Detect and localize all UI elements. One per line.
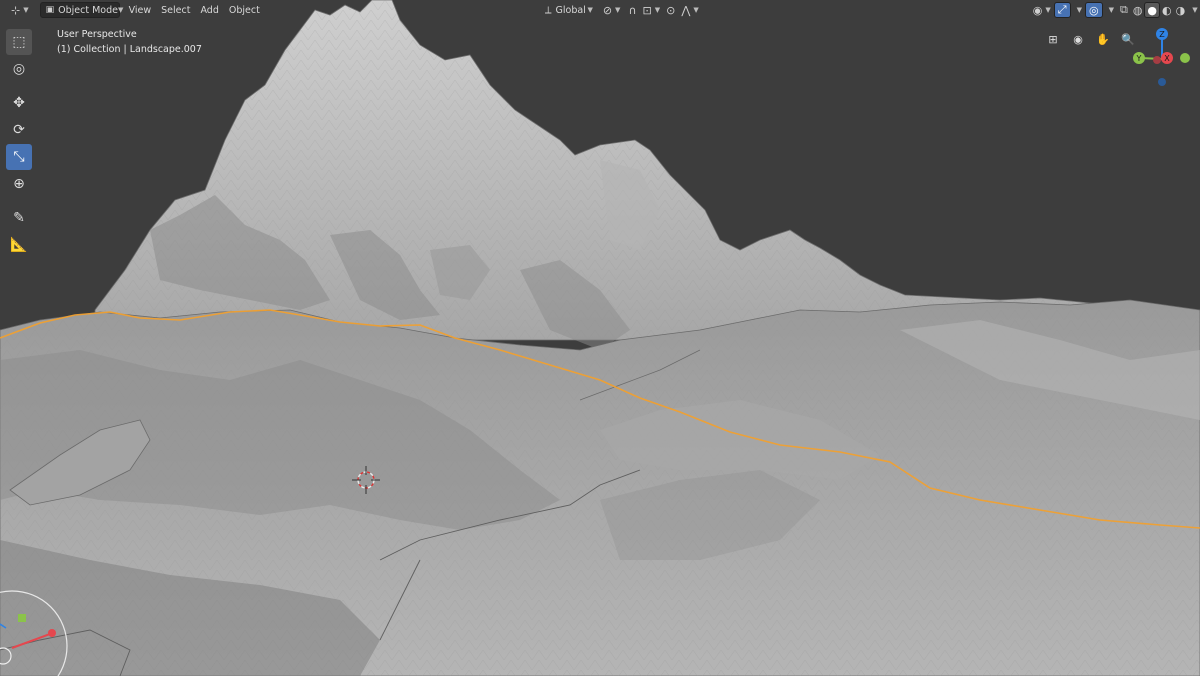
menu-view[interactable]: View (124, 2, 157, 18)
3d-cursor-icon[interactable] (352, 466, 380, 494)
tool-scale[interactable]: ⤡ (6, 144, 32, 170)
xray-icon: ⧉ (1119, 3, 1128, 16)
measure-ruler-icon: 📐 (10, 237, 28, 253)
falloff-curve-icon: ⋀ (681, 3, 691, 17)
camera-view-button[interactable]: ◉ (1067, 28, 1089, 50)
solid-sphere-icon: ● (1147, 3, 1158, 17)
overlays-icon: ◎ (1088, 3, 1099, 17)
viewport-header: ⊹ ▼ ▣ Object Mode ▼ View Select Add Objec… (0, 0, 1200, 20)
mode-dropdown[interactable]: ▣ Object Mode ▼ (39, 2, 124, 18)
navigation-gizmo[interactable]: Z X Y (1125, 25, 1195, 95)
tool-transform[interactable]: ⊕ (6, 171, 32, 197)
snap-increment-icon: ⊡ (642, 3, 652, 17)
cursor-icon: ◎ (12, 61, 26, 77)
chevron-down-icon: ▼ (1045, 6, 1051, 14)
proportional-edit-icon: ⊙ (666, 3, 676, 17)
orientation-label: Global (555, 4, 586, 16)
chevron-down-icon: ▼ (615, 6, 621, 14)
rendered-sphere-icon: ◑ (1175, 3, 1186, 17)
chevron-down-icon: ▼ (1192, 6, 1198, 14)
pivot-point-dropdown[interactable]: ⊘ ▼ (598, 2, 626, 18)
gizmo-neg-x-axis[interactable] (1153, 56, 1161, 64)
transform-orientation-icon: ⟂ (544, 4, 552, 16)
chevron-down-icon: ▼ (1076, 6, 1082, 14)
chevron-down-icon: ▼ (693, 6, 699, 14)
hand-icon: ✋ (1096, 32, 1110, 46)
select-box-icon: ⬚ (12, 34, 26, 50)
overlays-dropdown[interactable]: ▼ (1103, 2, 1117, 18)
menu-select[interactable]: Select (156, 2, 195, 18)
mode-label: Object Mode (58, 4, 118, 16)
gizmo-neg-z-axis[interactable] (1158, 78, 1166, 86)
shading-rendered[interactable]: ◑ (1174, 2, 1188, 18)
menu-add[interactable]: Add (195, 2, 223, 18)
landscape-mesh[interactable] (0, 0, 1200, 676)
toggle-camera-grid-button[interactable]: ⊞ (1042, 28, 1064, 50)
xray-toggle[interactable]: ⧉ (1117, 2, 1131, 18)
rotate-icon: ⟳ (13, 122, 25, 138)
transform-gizmo[interactable] (0, 586, 75, 676)
tool-move[interactable]: ✥ (6, 90, 32, 116)
shading-dropdown[interactable]: ▼ (1187, 2, 1199, 18)
collection-info: (1) Collection | Landscape.007 (57, 44, 202, 55)
chevron-down-icon: ▼ (654, 6, 661, 14)
snap-target-dropdown[interactable]: ⊡ ▼ (640, 2, 664, 18)
tool-cursor[interactable]: ◎ (6, 56, 32, 82)
wireframe-sphere-icon: ◍ (1132, 3, 1143, 17)
object-mode-icon: ▣ (45, 5, 55, 15)
shading-material[interactable]: ◐ (1160, 2, 1174, 18)
gizmo-z-label: Z (1159, 30, 1165, 39)
falloff-dropdown[interactable]: ⋀ ▼ (678, 2, 701, 18)
gizmo-x-label: X (1164, 54, 1170, 63)
tool-shelf: ⬚ ◎ ✥ ⟳ ⤡ ⊕ ✎ 📐 (6, 28, 36, 259)
snap-toggle[interactable]: ∩ (625, 2, 639, 18)
chevron-down-icon: ▼ (587, 6, 593, 14)
shading-wireframe[interactable]: ◍ (1131, 2, 1145, 18)
view-name: User Perspective (57, 29, 137, 40)
overlays-toggle[interactable]: ◎ (1084, 2, 1103, 18)
tool-rotate[interactable]: ⟳ (6, 117, 32, 143)
orientation-dropdown[interactable]: ⟂ Global ▼ (540, 2, 598, 18)
camera-icon: ◉ (1073, 32, 1083, 46)
annotate-pencil-icon: ✎ (13, 210, 25, 226)
axis-icon: ⊹ (11, 3, 21, 17)
proportional-edit-toggle[interactable]: ⊙ (663, 2, 678, 18)
scale-icon: ⤡ (13, 149, 25, 165)
tool-select-box[interactable]: ⬚ (6, 29, 32, 55)
chevron-down-icon: ▼ (117, 6, 124, 14)
chevron-down-icon: ▼ (1108, 6, 1114, 14)
chevron-down-icon: ▼ (23, 6, 29, 14)
grid-icon: ⊞ (1048, 32, 1058, 46)
tool-annotate[interactable]: ✎ (6, 205, 32, 231)
shading-solid[interactable]: ● (1144, 2, 1161, 18)
material-sphere-icon: ◐ (1162, 3, 1172, 17)
gizmo-dropdown[interactable]: ▼ (1071, 2, 1085, 18)
gizmo-neg-y-axis[interactable] (1180, 53, 1190, 63)
gizmo-icon: ⤢ (1057, 3, 1067, 16)
menu-object[interactable]: Object (224, 2, 265, 18)
editor-type-button[interactable]: ⊹ ▼ (6, 2, 34, 18)
visibility-dropdown[interactable]: ◉ ▼ (1030, 2, 1054, 18)
tool-measure[interactable]: 📐 (6, 232, 32, 258)
magnet-icon: ∩ (628, 3, 637, 17)
pan-view-button[interactable]: ✋ (1092, 28, 1114, 50)
transform-icon: ⊕ (13, 176, 25, 192)
viewport-info: User Perspective (1) Collection | Landsc… (57, 27, 202, 57)
move-icon: ✥ (13, 95, 25, 111)
gizmo-toggle[interactable]: ⤢ (1053, 2, 1071, 18)
3d-viewport[interactable] (0, 0, 1200, 676)
pivot-icon: ⊘ (602, 3, 613, 17)
eye-icon: ◉ (1032, 3, 1043, 17)
gizmo-y-label: Y (1136, 54, 1142, 63)
